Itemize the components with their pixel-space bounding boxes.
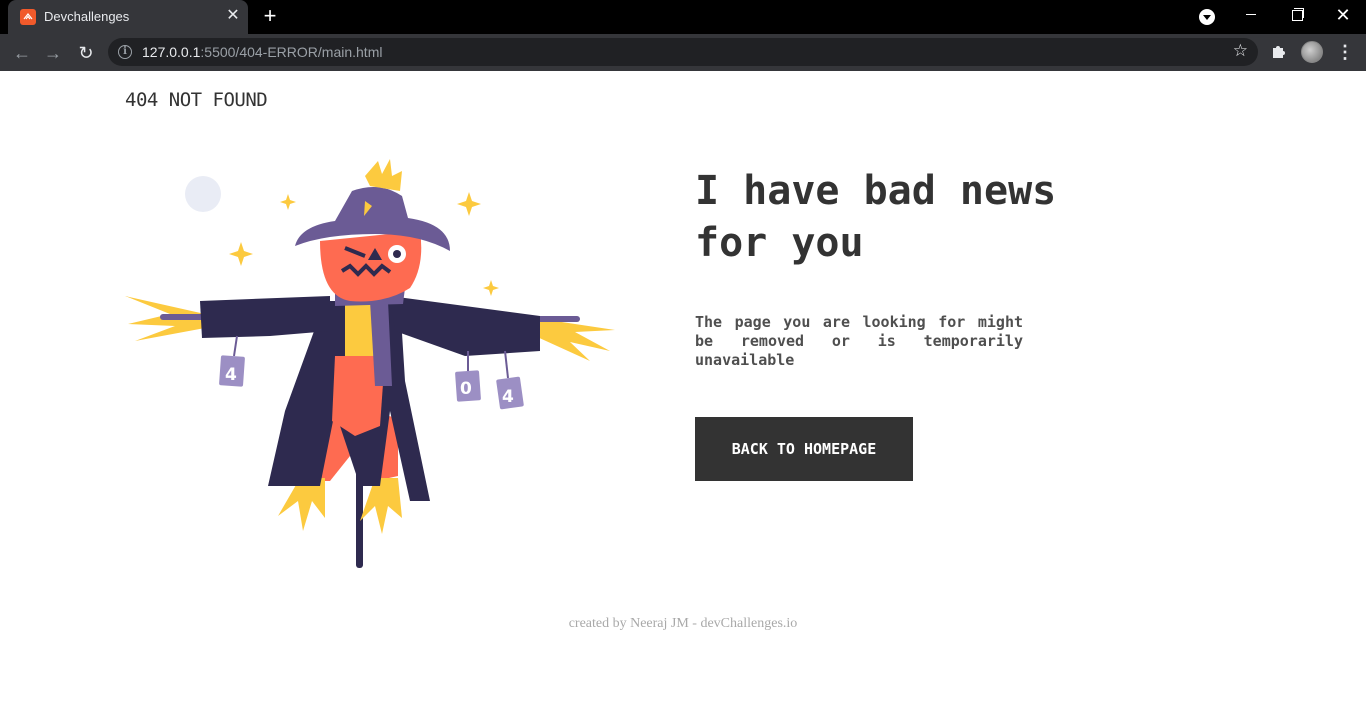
footer-credit: created by Neeraj JM - devChallenges.io	[568, 616, 798, 631]
browser-tab[interactable]: Devchallenges ✕	[8, 0, 248, 34]
minimize-icon[interactable]	[1228, 0, 1274, 30]
page-headline: I have bad news for you	[695, 168, 1057, 266]
tab-close-icon[interactable]: ✕	[224, 7, 242, 25]
error-description: The page you are looking for might be re…	[695, 313, 1023, 369]
sign-letter: 4	[225, 365, 237, 385]
site-info-icon[interactable]: i	[118, 45, 132, 59]
bookmark-star-icon[interactable]: ☆	[1233, 41, 1248, 61]
browser-toolbar: ← → ↻ i 127.0.0.1:5500/404-ERROR/main.ht…	[0, 34, 1366, 71]
back-arrow-icon[interactable]: ←	[9, 40, 35, 66]
sign-letter: 4	[502, 387, 514, 407]
new-tab-icon[interactable]: +	[258, 5, 282, 29]
tab-title: Devchallenges	[44, 9, 130, 24]
tab-search-icon[interactable]	[1199, 9, 1215, 25]
profile-avatar[interactable]	[1301, 41, 1323, 63]
address-bar[interactable]: i 127.0.0.1:5500/404-ERROR/main.html ☆	[108, 38, 1258, 66]
devchallenges-favicon-icon	[20, 9, 36, 25]
url-host: 127.0.0.1	[142, 44, 201, 60]
page-content: 404 NOT FOUND 4 0 4 I have bad news for …	[0, 71, 1366, 728]
scarecrow-illustration: 4 0 4	[120, 156, 620, 571]
forward-arrow-icon[interactable]: →	[40, 40, 66, 66]
site-logo[interactable]: 404 NOT FOUND	[125, 89, 268, 111]
moon-icon	[185, 176, 221, 212]
browser-menu-icon[interactable]: ⋮	[1336, 41, 1354, 63]
reload-icon[interactable]: ↻	[73, 40, 99, 66]
url-path: :5500/404-ERROR/main.html	[200, 44, 383, 60]
url-text[interactable]: 127.0.0.1:5500/404-ERROR/main.html	[142, 44, 382, 60]
back-to-homepage-button[interactable]: BACK TO HOMEPAGE	[695, 417, 913, 481]
sign-letter: 0	[460, 379, 472, 399]
extensions-puzzle-icon[interactable]	[1270, 42, 1290, 62]
window-close-icon[interactable]: ✕	[1320, 0, 1366, 30]
restore-icon[interactable]	[1274, 0, 1320, 30]
browser-titlebar: Devchallenges ✕ + ✕	[0, 0, 1366, 34]
